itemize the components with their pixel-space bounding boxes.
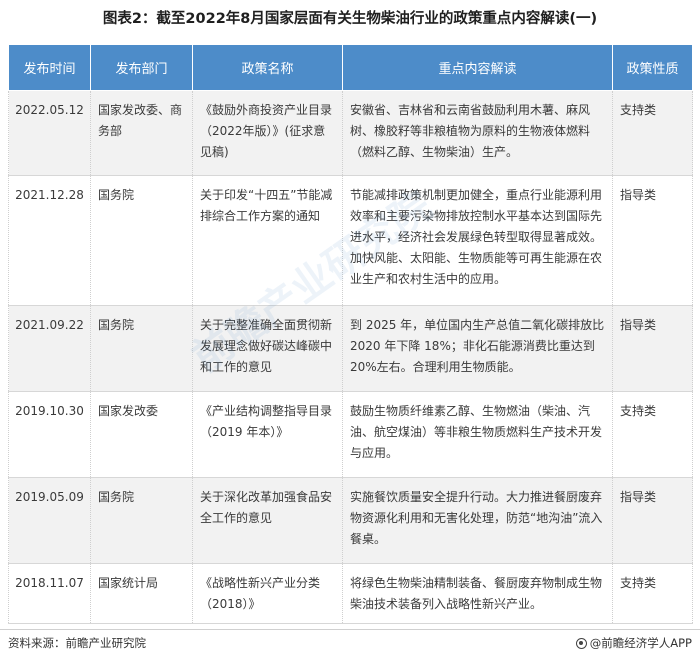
cell-date: 2018.11.07 bbox=[8, 563, 91, 624]
cell-date: 2022.05.12 bbox=[8, 90, 91, 176]
policy-table: 发布时间 发布部门 政策名称 重点内容解读 政策性质 2022.05.12 国家… bbox=[8, 44, 693, 624]
header-key-content: 重点内容解读 bbox=[342, 44, 613, 91]
header-policy-nature: 政策性质 bbox=[612, 44, 693, 91]
cell-key-content: 到 2025 年，单位国内生产总值二氧化碳排放比 2020 年下降 18%；非化… bbox=[342, 305, 613, 392]
table-row: 2021.09.22 国务院 关于完整准确全面贯彻新发展理念做好碳达峰碳中和工作… bbox=[8, 305, 693, 392]
brand-logo-icon bbox=[575, 637, 587, 649]
cell-policy-nature: 指导类 bbox=[612, 305, 693, 392]
table-row: 2021.12.28 国务院 关于印发“十四五”节能减排综合工作方案的通知 节能… bbox=[8, 175, 693, 306]
table-row: 2018.11.07 国家统计局 《战略性新兴产业分类（2018）》 将绿色生物… bbox=[8, 563, 693, 624]
cell-key-content: 鼓励生物质纤维素乙醇、生物燃油（柴油、汽油、航空煤油）等非粮生物质燃料生产技术开… bbox=[342, 391, 613, 478]
cell-department: 国家发改委、商务部 bbox=[90, 90, 193, 176]
brand-credit-text: @前瞻经济学人APP bbox=[589, 636, 692, 650]
table-row: 2022.05.12 国家发改委、商务部 《鼓励外商投资产业目录（2022年版）… bbox=[8, 90, 693, 176]
cell-date: 2019.10.30 bbox=[8, 391, 91, 478]
header-date: 发布时间 bbox=[8, 44, 91, 91]
cell-policy-name: 《产业结构调整指导目录（2019 年本）》 bbox=[192, 391, 343, 478]
table-body: 2022.05.12 国家发改委、商务部 《鼓励外商投资产业目录（2022年版）… bbox=[8, 90, 693, 624]
cell-department: 国家统计局 bbox=[90, 563, 193, 624]
cell-policy-name: 《战略性新兴产业分类（2018）》 bbox=[192, 563, 343, 624]
table-header-row: 发布时间 发布部门 政策名称 重点内容解读 政策性质 bbox=[8, 44, 693, 91]
cell-department: 国务院 bbox=[90, 175, 193, 306]
cell-date: 2021.12.28 bbox=[8, 175, 91, 306]
cell-policy-nature: 支持类 bbox=[612, 391, 693, 478]
cell-key-content: 安徽省、吉林省和云南省鼓励利用木薯、麻风树、橡胶籽等非粮植物为原料的生物液体燃料… bbox=[342, 90, 613, 176]
header-policy-name: 政策名称 bbox=[192, 44, 343, 91]
table-row: 2019.05.09 国务院 关于深化改革加强食品安全工作的意见 实施餐饮质量安… bbox=[8, 477, 693, 564]
table-header: 发布时间 发布部门 政策名称 重点内容解读 政策性质 bbox=[8, 44, 693, 91]
cell-date: 2019.05.09 bbox=[8, 477, 91, 564]
cell-date: 2021.09.22 bbox=[8, 305, 91, 392]
brand-credit: @前瞻经济学人APP bbox=[575, 635, 692, 651]
chart-title: 图表2：截至2022年8月国家层面有关生物柴油行业的政策重点内容解读(一) bbox=[102, 11, 598, 27]
cell-policy-nature: 支持类 bbox=[612, 563, 693, 624]
header-department: 发布部门 bbox=[90, 44, 193, 91]
cell-policy-nature: 指导类 bbox=[612, 477, 693, 564]
cell-policy-name: 关于完整准确全面贯彻新发展理念做好碳达峰碳中和工作的意见 bbox=[192, 305, 343, 392]
policy-table-container: 发布时间 发布部门 政策名称 重点内容解读 政策性质 2022.05.12 国家… bbox=[8, 44, 693, 624]
cell-policy-name: 《鼓励外商投资产业目录（2022年版）》(征求意见稿) bbox=[192, 90, 343, 176]
cell-department: 国务院 bbox=[90, 305, 193, 392]
source-note: 资料来源：前瞻产业研究院 bbox=[8, 636, 146, 650]
cell-policy-name: 关于深化改革加强食品安全工作的意见 bbox=[192, 477, 343, 564]
footer: 资料来源：前瞻产业研究院 @前瞻经济学人APP bbox=[0, 629, 700, 659]
cell-policy-nature: 指导类 bbox=[612, 175, 693, 306]
table-row: 2019.10.30 国家发改委 《产业结构调整指导目录（2019 年本）》 鼓… bbox=[8, 391, 693, 478]
cell-key-content: 实施餐饮质量安全提升行动。大力推进餐厨废弃物资源化利用和无害化处理，防范“地沟油… bbox=[342, 477, 613, 564]
cell-key-content: 将绿色生物柴油精制装备、餐厨废弃物制成生物柴油技术装备列入战略性新兴产业。 bbox=[342, 563, 613, 624]
cell-department: 国务院 bbox=[90, 477, 193, 564]
cell-policy-name: 关于印发“十四五”节能减排综合工作方案的通知 bbox=[192, 175, 343, 306]
cell-policy-nature: 支持类 bbox=[612, 90, 693, 176]
cell-department: 国家发改委 bbox=[90, 391, 193, 478]
cell-key-content: 节能减排政策机制更加健全，重点行业能源利用效率和主要污染物排放控制水平基本达到国… bbox=[342, 175, 613, 306]
